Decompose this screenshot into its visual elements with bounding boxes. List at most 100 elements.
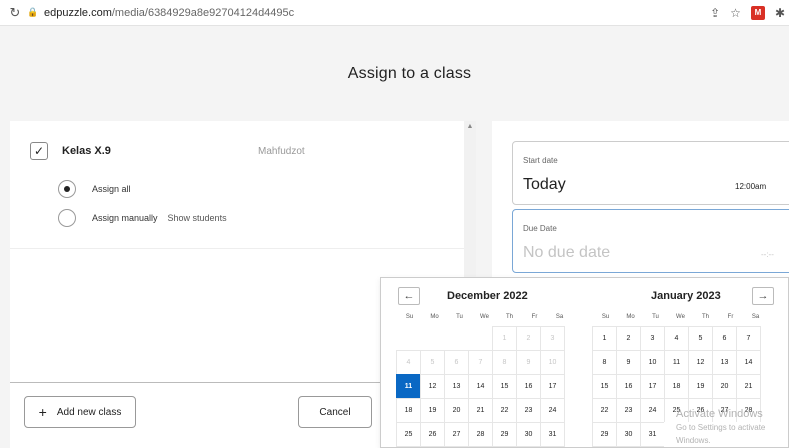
assign-all-radio[interactable] xyxy=(58,180,76,198)
next-month-button[interactable]: → xyxy=(752,287,774,305)
calendar-day[interactable]: 27 xyxy=(444,422,469,447)
calendar-day[interactable]: 25 xyxy=(396,422,421,447)
calendar-day[interactable]: 7 xyxy=(736,326,761,351)
calendar-day[interactable]: 22 xyxy=(592,398,617,423)
class-row[interactable]: ✓ Kelas X.9 Mahfudzot xyxy=(30,141,450,161)
weekday-label: We xyxy=(480,314,489,320)
calendar-day[interactable]: 30 xyxy=(516,422,541,447)
puzzle-icon[interactable]: ✱ xyxy=(775,6,785,20)
arrow-right-icon: → xyxy=(757,290,769,302)
calendar-day: 4 xyxy=(396,350,421,375)
assign-manually-option[interactable]: Assign manually Show students xyxy=(58,209,227,227)
calendar-day[interactable]: 21 xyxy=(736,374,761,399)
due-date-field[interactable]: Due Date No due date --:-- xyxy=(512,209,789,273)
calendar-day[interactable]: 3 xyxy=(640,326,665,351)
browser-actions: ⇪ ☆ M ✱ xyxy=(710,5,785,20)
due-date-placeholder: No due date xyxy=(523,244,611,261)
calendar-day[interactable]: 12 xyxy=(688,350,713,375)
calendar-day[interactable]: 14 xyxy=(736,350,761,375)
url-host: edpuzzle.com xyxy=(44,6,112,19)
assign-manually-radio[interactable] xyxy=(58,209,76,227)
calendar-day[interactable]: 13 xyxy=(712,350,737,375)
weekday-header-row: Su Mo Tu We Th Fr Sa xyxy=(593,308,768,326)
calendar-day[interactable]: 20 xyxy=(444,398,469,423)
calendar-day: 2 xyxy=(516,326,541,351)
due-date-label: Due Date xyxy=(523,224,557,233)
calendar-day[interactable]: 17 xyxy=(540,374,565,399)
calendar-day[interactable]: 17 xyxy=(640,374,665,399)
calendar-day[interactable]: 16 xyxy=(616,374,641,399)
assign-all-option[interactable]: Assign all xyxy=(58,180,131,198)
cancel-button[interactable]: Cancel xyxy=(298,396,372,428)
divider xyxy=(10,248,466,249)
calendar-day[interactable]: 24 xyxy=(540,398,565,423)
calendar-day[interactable]: 31 xyxy=(640,422,665,447)
calendar-day[interactable]: 21 xyxy=(468,398,493,423)
calendar-empty-cell xyxy=(444,326,469,351)
calendar-day[interactable]: 23 xyxy=(616,398,641,423)
calendar-day[interactable]: 16 xyxy=(516,374,541,399)
calendar-day[interactable]: 20 xyxy=(712,374,737,399)
page-title: Assign to a class xyxy=(347,64,472,82)
calendar-day[interactable]: 18 xyxy=(664,374,689,399)
share-icon[interactable]: ⇪ xyxy=(710,6,720,20)
calendar-day[interactable]: 4 xyxy=(664,326,689,351)
calendar-day[interactable]: 12 xyxy=(420,374,445,399)
weekday-header-row: Su Mo Tu We Th Fr Sa xyxy=(397,308,572,326)
calendar-day[interactable]: 29 xyxy=(492,422,517,447)
reload-icon[interactable]: ↻ xyxy=(4,5,26,21)
calendar-day[interactable]: 5 xyxy=(688,326,713,351)
calendar-day[interactable]: 19 xyxy=(688,374,713,399)
class-checkbox[interactable]: ✓ xyxy=(30,142,48,160)
calendar-day: 1 xyxy=(492,326,517,351)
extension-icon[interactable]: M xyxy=(750,5,765,20)
calendar-day[interactable]: 9 xyxy=(616,350,641,375)
calendar-day: 3 xyxy=(540,326,565,351)
calendar-day[interactable]: 24 xyxy=(640,398,665,423)
calendar-day[interactable]: 6 xyxy=(712,326,737,351)
calendar-day[interactable]: 31 xyxy=(540,422,565,447)
calendar-day[interactable]: 22 xyxy=(492,398,517,423)
lock-icon[interactable]: 🔒 xyxy=(26,7,40,18)
weekday-label: Mo xyxy=(430,314,439,320)
calendar-day[interactable]: 14 xyxy=(468,374,493,399)
calendar-week-row: 123 xyxy=(396,326,572,351)
calendar-day[interactable]: 15 xyxy=(492,374,517,399)
calendar-day: 5 xyxy=(420,350,445,375)
start-date-field[interactable]: Start date Today 12:00am xyxy=(512,141,789,205)
calendar-day[interactable]: 10 xyxy=(640,350,665,375)
calendar-day[interactable]: 2 xyxy=(616,326,641,351)
calendar-week-row: 8 9 10 11 12 13 14 xyxy=(592,350,768,375)
calendar-day[interactable]: 1 xyxy=(592,326,617,351)
star-icon[interactable]: ☆ xyxy=(730,6,741,20)
weekday-label: Tu xyxy=(652,314,659,320)
calendar-day[interactable]: 28 xyxy=(468,422,493,447)
weekday-label: Fr xyxy=(727,314,734,320)
address-bar[interactable]: edpuzzle.com/media/6384929a8e92704124d44… xyxy=(44,7,710,19)
calendar-empty-cell xyxy=(468,326,493,351)
calendar-day[interactable]: 29 xyxy=(592,422,617,447)
calendar-day[interactable]: 26 xyxy=(420,422,445,447)
activate-windows-watermark: Activate Windows Go to Settings to activ… xyxy=(676,408,789,447)
add-new-class-button[interactable]: + Add new class xyxy=(24,396,136,428)
calendar-day[interactable]: 30 xyxy=(616,422,641,447)
calendar-day[interactable]: 11 xyxy=(664,350,689,375)
calendar-day[interactable]: 23 xyxy=(516,398,541,423)
calendar-day[interactable]: 18 xyxy=(396,398,421,423)
weekday-label: Mo xyxy=(626,314,635,320)
calendar-day[interactable]: 19 xyxy=(420,398,445,423)
modal-header: Assign to a class xyxy=(0,26,789,121)
scroll-up-icon[interactable]: ▲ xyxy=(464,121,476,133)
calendar-day[interactable]: 8 xyxy=(592,350,617,375)
previous-month-button[interactable]: ← xyxy=(398,287,420,305)
calendar-day[interactable]: 13 xyxy=(444,374,469,399)
browser-bar: ↻ 🔒 edpuzzle.com/media/6384929a8e9270412… xyxy=(0,0,789,26)
calendar-day[interactable]: 15 xyxy=(592,374,617,399)
watermark-subtitle: Go to Settings to activate Windows. xyxy=(676,423,766,445)
calendar-empty-cell xyxy=(420,326,445,351)
calendar-day[interactable]: 11 xyxy=(396,374,421,399)
weekday-label: Su xyxy=(601,314,610,320)
url-path: /media/6384929a8e92704124d4495c xyxy=(111,6,295,19)
start-date-value: Today xyxy=(523,176,566,193)
show-students-link[interactable]: Show students xyxy=(168,213,227,223)
